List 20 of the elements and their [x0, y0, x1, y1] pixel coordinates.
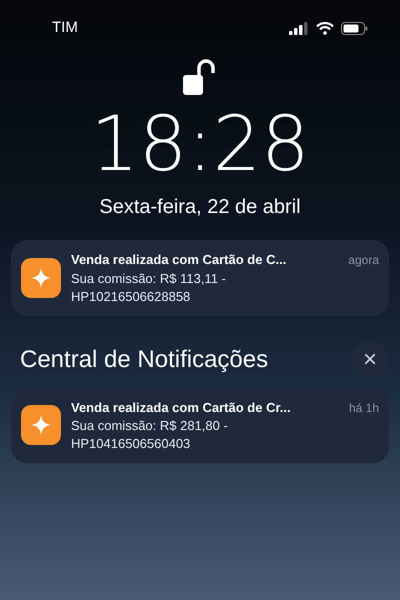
- notification-card[interactable]: Venda realizada com Cartão de Cr... há 1h Sua comissão: R$ 281,80 - HP10416506560403: [11, 388, 389, 463]
- app-icon: [21, 258, 61, 298]
- notification-time: há 1h: [348, 400, 379, 416]
- app-icon: [21, 405, 61, 446]
- notification-body: HP10216506628858: [71, 288, 192, 306]
- wifi-icon: [316, 22, 334, 34]
- carrier-name: TIM: [52, 18, 78, 38]
- notification-title: Venda realizada com Cartão de Cr...: [71, 398, 291, 416]
- notification-card[interactable]: Venda realizada com Cartão de C... agora Sua comissão: R$ 113,11 - HP10216506628858: [11, 240, 389, 316]
- notification-body: HP10416506560403: [71, 435, 192, 453]
- close-button[interactable]: ×: [352, 342, 388, 378]
- notification-body: Sua comissão: R$ 113,11 -: [71, 270, 227, 288]
- notification-time: agora: [348, 252, 379, 269]
- clock-time: 18:28: [90, 106, 310, 182]
- battery-icon: [341, 22, 368, 34]
- notification-center-title: Central de Notificações: [20, 344, 268, 374]
- signal-icon: [289, 22, 309, 34]
- notification-body: Sua comissão: R$ 281,80 -: [71, 417, 229, 435]
- notification-title: Venda realizada com Cartão de C...: [71, 251, 286, 269]
- date-label: Sexta-feira, 22 de abril: [99, 195, 301, 220]
